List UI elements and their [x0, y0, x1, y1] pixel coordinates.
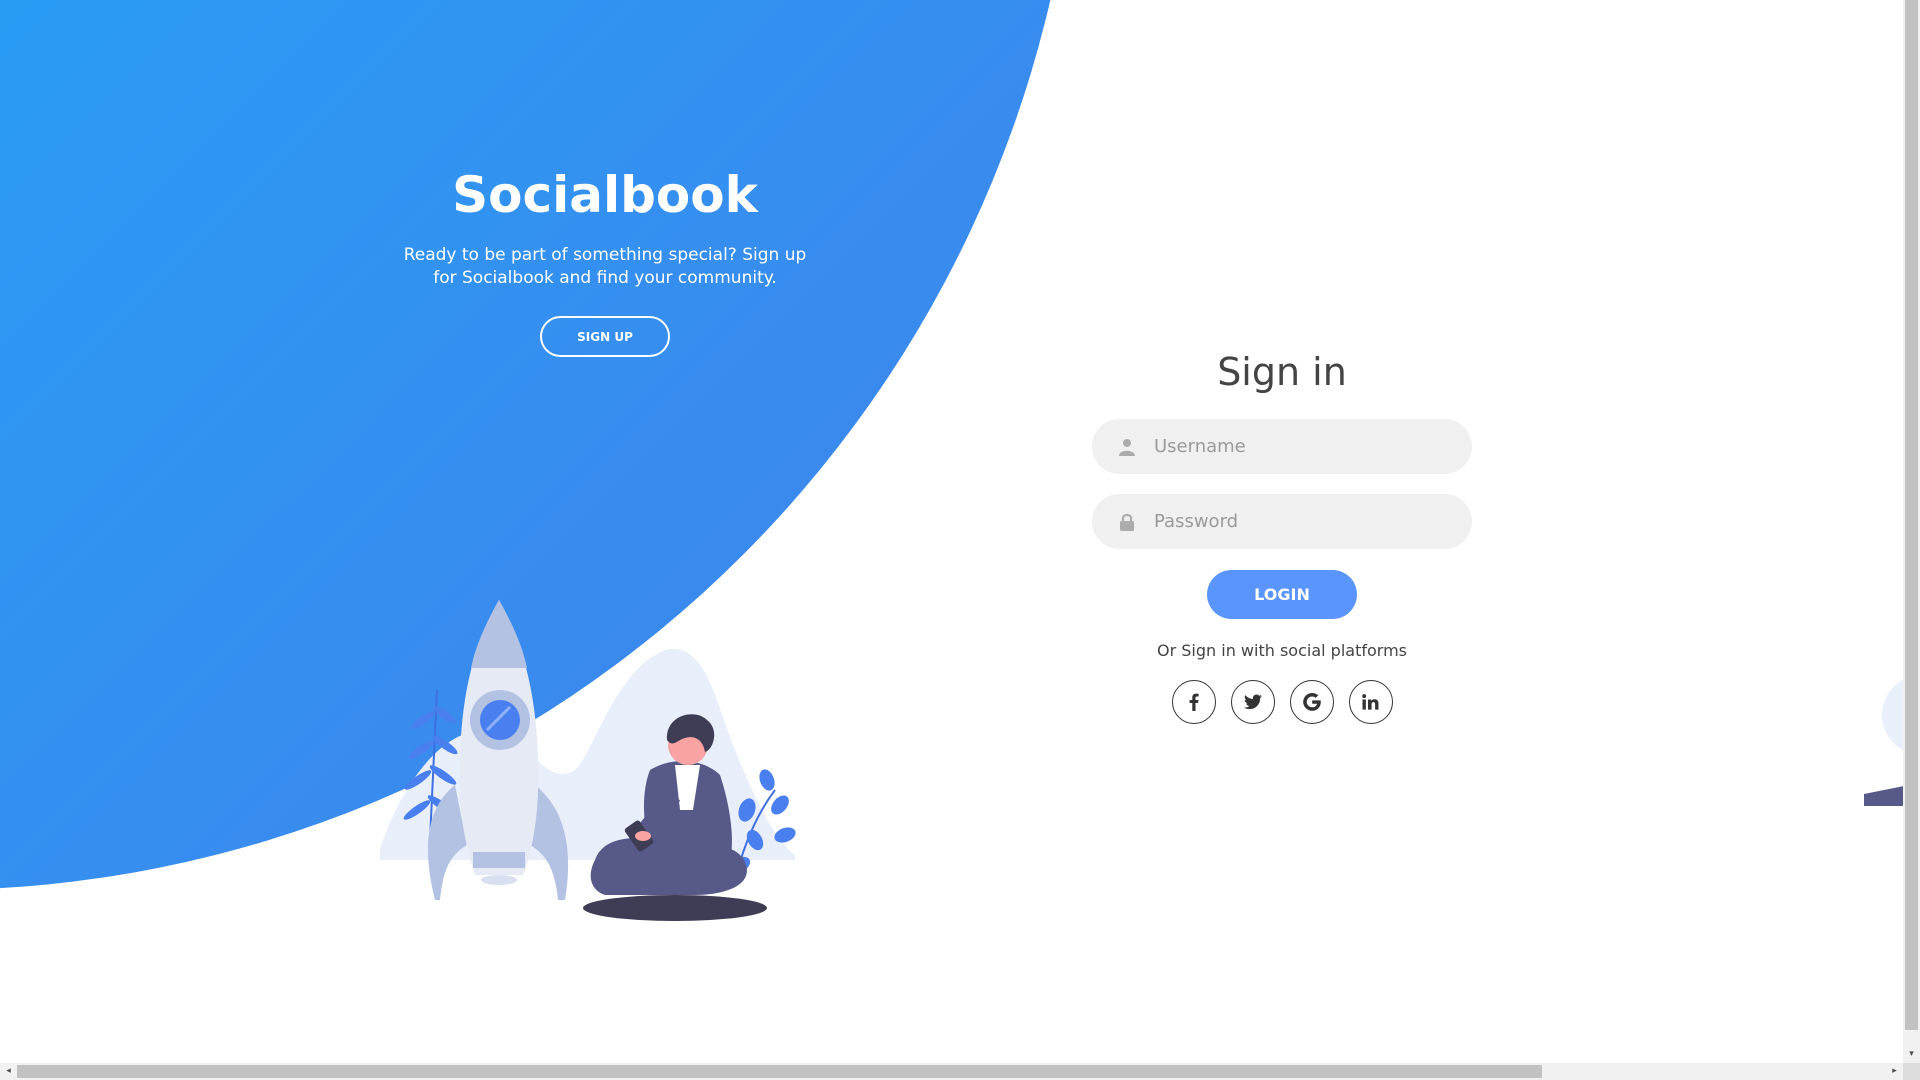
user-icon [1114, 434, 1140, 460]
horizontal-scrollbar-thumb[interactable] [17, 1065, 1542, 1078]
scroll-down-arrow-icon[interactable]: ▾ [1903, 1046, 1920, 1063]
twitter-icon[interactable] [1230, 680, 1275, 724]
linkedin-icon[interactable] [1348, 680, 1393, 724]
sign-in-title: Sign in [1217, 350, 1347, 394]
username-input[interactable] [1152, 425, 1456, 468]
username-field-wrapper [1092, 419, 1472, 474]
rocket-nose [471, 600, 527, 668]
password-input[interactable] [1152, 500, 1456, 543]
scrollbar-corner [1903, 1063, 1920, 1080]
lock-icon [1114, 509, 1140, 535]
vertical-scrollbar-thumb[interactable] [1905, 0, 1918, 1030]
scroll-left-arrow-icon[interactable]: ◂ [0, 1063, 17, 1080]
facebook-icon[interactable] [1171, 680, 1216, 724]
brand-description: Ready to be part of something special? S… [403, 245, 807, 288]
sign-up-button[interactable]: SIGN UP [540, 316, 670, 357]
edge-illustration-shape [1864, 786, 1904, 806]
rocket-illustration [380, 600, 796, 921]
login-button[interactable]: LOGIN [1207, 570, 1357, 619]
scroll-right-arrow-icon[interactable]: ▸ [1886, 1063, 1903, 1080]
horizontal-scrollbar[interactable]: ◂ ▸ [0, 1063, 1903, 1080]
page: Socialbook Ready to be part of something… [0, 0, 1920, 1080]
password-field-wrapper [1092, 494, 1472, 549]
brand-title: Socialbook [452, 166, 758, 224]
sign-in-form: Sign in LOGIN Or Sign in with social pla… [1092, 343, 1472, 724]
brand-panel: Socialbook Ready to be part of something… [370, 160, 840, 357]
social-sign-in-text: Or Sign in with social platforms [1157, 641, 1407, 660]
vertical-scrollbar[interactable]: ▾ [1903, 0, 1920, 1063]
ground-shadow [583, 895, 767, 921]
social-media-links [1092, 680, 1472, 724]
google-icon[interactable] [1289, 680, 1334, 724]
